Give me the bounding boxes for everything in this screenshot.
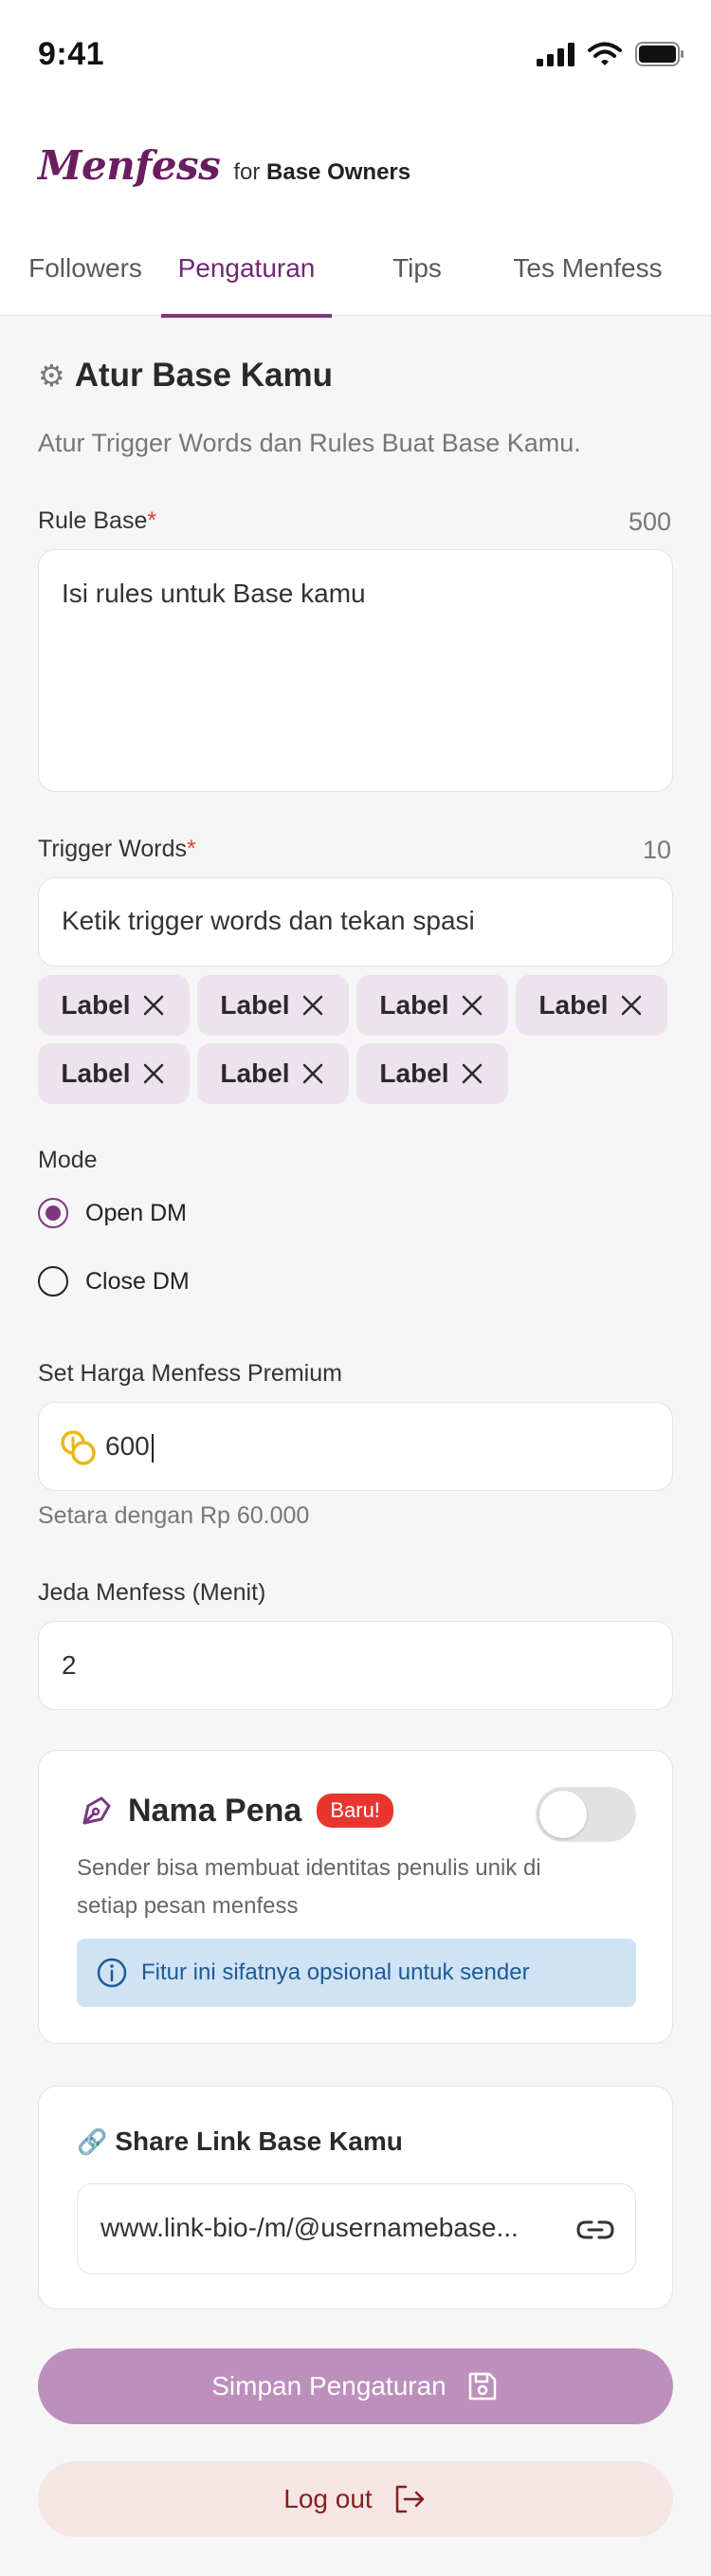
- delay-value: 2: [62, 1650, 77, 1680]
- tab-followers[interactable]: Followers: [0, 245, 171, 316]
- trigger-chip[interactable]: Label: [197, 1043, 349, 1104]
- trigger-chip[interactable]: Label: [356, 1043, 508, 1104]
- mode-close-dm[interactable]: Close DM: [38, 1266, 190, 1297]
- mode-label: Mode: [38, 1147, 98, 1173]
- brand: Menfess for Base Owners: [38, 142, 410, 189]
- premium-price-input[interactable]: 600: [38, 1402, 673, 1491]
- link-emoji-icon: 🔗: [77, 2126, 108, 2156]
- menfess-logo: Menfess: [38, 142, 221, 189]
- status-icons: [537, 42, 684, 66]
- rule-base-value: Isi rules untuk Base kamu: [62, 579, 366, 608]
- rule-base-textarea[interactable]: Isi rules untuk Base kamu: [38, 549, 673, 792]
- radio-open-dm[interactable]: [38, 1198, 68, 1228]
- tab-pengaturan[interactable]: Pengaturan: [161, 245, 332, 318]
- trigger-chip[interactable]: Label: [356, 975, 508, 1036]
- new-badge: Baru!: [317, 1794, 393, 1828]
- premium-price-text: 600: [105, 1431, 150, 1461]
- mode-open-dm[interactable]: Open DM: [38, 1198, 187, 1228]
- page-subtitle: Atur Trigger Words dan Rules Buat Base K…: [38, 429, 581, 457]
- share-link-title-text: Share Link Base Kamu: [115, 2126, 403, 2156]
- wifi-icon: [588, 42, 622, 65]
- info-icon: [97, 1958, 127, 1988]
- trigger-chip[interactable]: Label: [38, 975, 190, 1036]
- rule-base-counter: 500: [628, 507, 671, 536]
- share-link-card: 🔗 Share Link Base Kamu www.link-bio-/m/@…: [38, 2086, 673, 2309]
- link-icon[interactable]: [576, 2215, 614, 2245]
- rule-base-label: Rule Base*: [38, 507, 156, 535]
- page-title: ⚙ Atur Base Kamu: [38, 357, 333, 395]
- coins-icon: [61, 1430, 96, 1465]
- close-icon[interactable]: [140, 992, 167, 1019]
- premium-price-value: 600: [105, 1431, 154, 1463]
- pen-icon: [82, 1796, 111, 1825]
- share-link-title: 🔗 Share Link Base Kamu: [77, 2126, 403, 2157]
- close-icon[interactable]: [459, 992, 485, 1019]
- chip-label: Label: [220, 1058, 290, 1088]
- premium-price-hint: Setara dengan Rp 60.000: [38, 1502, 310, 1529]
- status-bar: 9:41: [0, 0, 711, 104]
- signal-icon: [537, 43, 574, 66]
- rule-base-label-text: Rule Base: [38, 507, 148, 534]
- radio-close-dm[interactable]: [38, 1266, 68, 1297]
- logout-label: Log out: [283, 2484, 373, 2513]
- trigger-chip[interactable]: Label: [516, 975, 667, 1036]
- delay-label: Jeda Menfess (Menit): [38, 1579, 266, 1606]
- required-mark: *: [147, 507, 157, 534]
- close-icon[interactable]: [300, 992, 326, 1019]
- logout-button[interactable]: Log out: [38, 2461, 673, 2537]
- close-icon[interactable]: [140, 1060, 167, 1087]
- trigger-words-counter: 10: [642, 836, 671, 864]
- pen-name-toggle[interactable]: [536, 1787, 636, 1842]
- required-mark: *: [186, 836, 196, 862]
- radio-close-dm-label: Close DM: [85, 1267, 190, 1295]
- chip-label: Label: [379, 1058, 449, 1088]
- chip-label: Label: [61, 990, 131, 1020]
- battery-icon: [635, 42, 684, 66]
- share-link-field[interactable]: www.link-bio-/m/@usernamebase...: [77, 2183, 636, 2274]
- save-icon: [468, 2372, 496, 2401]
- save-settings-label: Simpan Pengaturan: [211, 2371, 447, 2401]
- status-time: 9:41: [38, 36, 105, 72]
- gear-icon: ⚙: [38, 359, 65, 393]
- save-settings-button[interactable]: Simpan Pengaturan: [38, 2348, 673, 2424]
- chip-label: Label: [379, 990, 449, 1020]
- logout-icon: [395, 2485, 424, 2513]
- close-icon[interactable]: [618, 992, 645, 1019]
- trigger-chip[interactable]: Label: [38, 1043, 190, 1104]
- pen-name-title: Nama Pena Baru!: [77, 1791, 393, 1831]
- chip-label: Label: [220, 990, 290, 1020]
- trigger-words-input[interactable]: Ketik trigger words dan tekan spasi: [38, 877, 673, 966]
- pen-name-info-text: Fitur ini sifatnya opsional untuk sender: [141, 1960, 530, 1985]
- page-title-text: Atur Base Kamu: [74, 357, 333, 394]
- chip-label: Label: [61, 1058, 131, 1088]
- tab-tips[interactable]: Tips: [332, 245, 502, 316]
- text-cursor: [151, 1433, 154, 1463]
- header: 9:41 Menfess for Base Owners Followers P…: [0, 0, 711, 318]
- delay-input[interactable]: 2: [38, 1621, 673, 1710]
- tab-bar: Followers Pengaturan Tips Tes Menfess: [0, 245, 711, 318]
- trigger-words-placeholder: Ketik trigger words dan tekan spasi: [62, 906, 475, 935]
- pen-name-card: Nama Pena Baru! Sender bisa membuat iden…: [38, 1750, 673, 2044]
- share-link-value: www.link-bio-/m/@usernamebase...: [100, 2213, 519, 2242]
- chip-label: Label: [538, 990, 609, 1020]
- close-icon[interactable]: [459, 1060, 485, 1087]
- trigger-words-label-text: Trigger Words: [38, 836, 187, 862]
- tab-tes-menfess[interactable]: Tes Menfess: [502, 245, 673, 316]
- pen-name-description: Sender bisa membuat identitas penulis un…: [77, 1855, 541, 1919]
- pen-name-info: Fitur ini sifatnya opsional untuk sender: [77, 1939, 636, 2007]
- brand-for-prefix: for: [233, 159, 261, 185]
- close-icon[interactable]: [300, 1060, 326, 1087]
- trigger-chip[interactable]: Label: [197, 975, 349, 1036]
- pen-name-title-text: Nama Pena: [128, 1792, 302, 1829]
- radio-open-dm-label: Open DM: [85, 1199, 187, 1226]
- trigger-words-label: Trigger Words*: [38, 836, 196, 863]
- brand-tagline: for Base Owners: [233, 159, 410, 186]
- brand-for-bold: Base Owners: [266, 159, 411, 185]
- premium-price-label: Set Harga Menfess Premium: [38, 1360, 342, 1387]
